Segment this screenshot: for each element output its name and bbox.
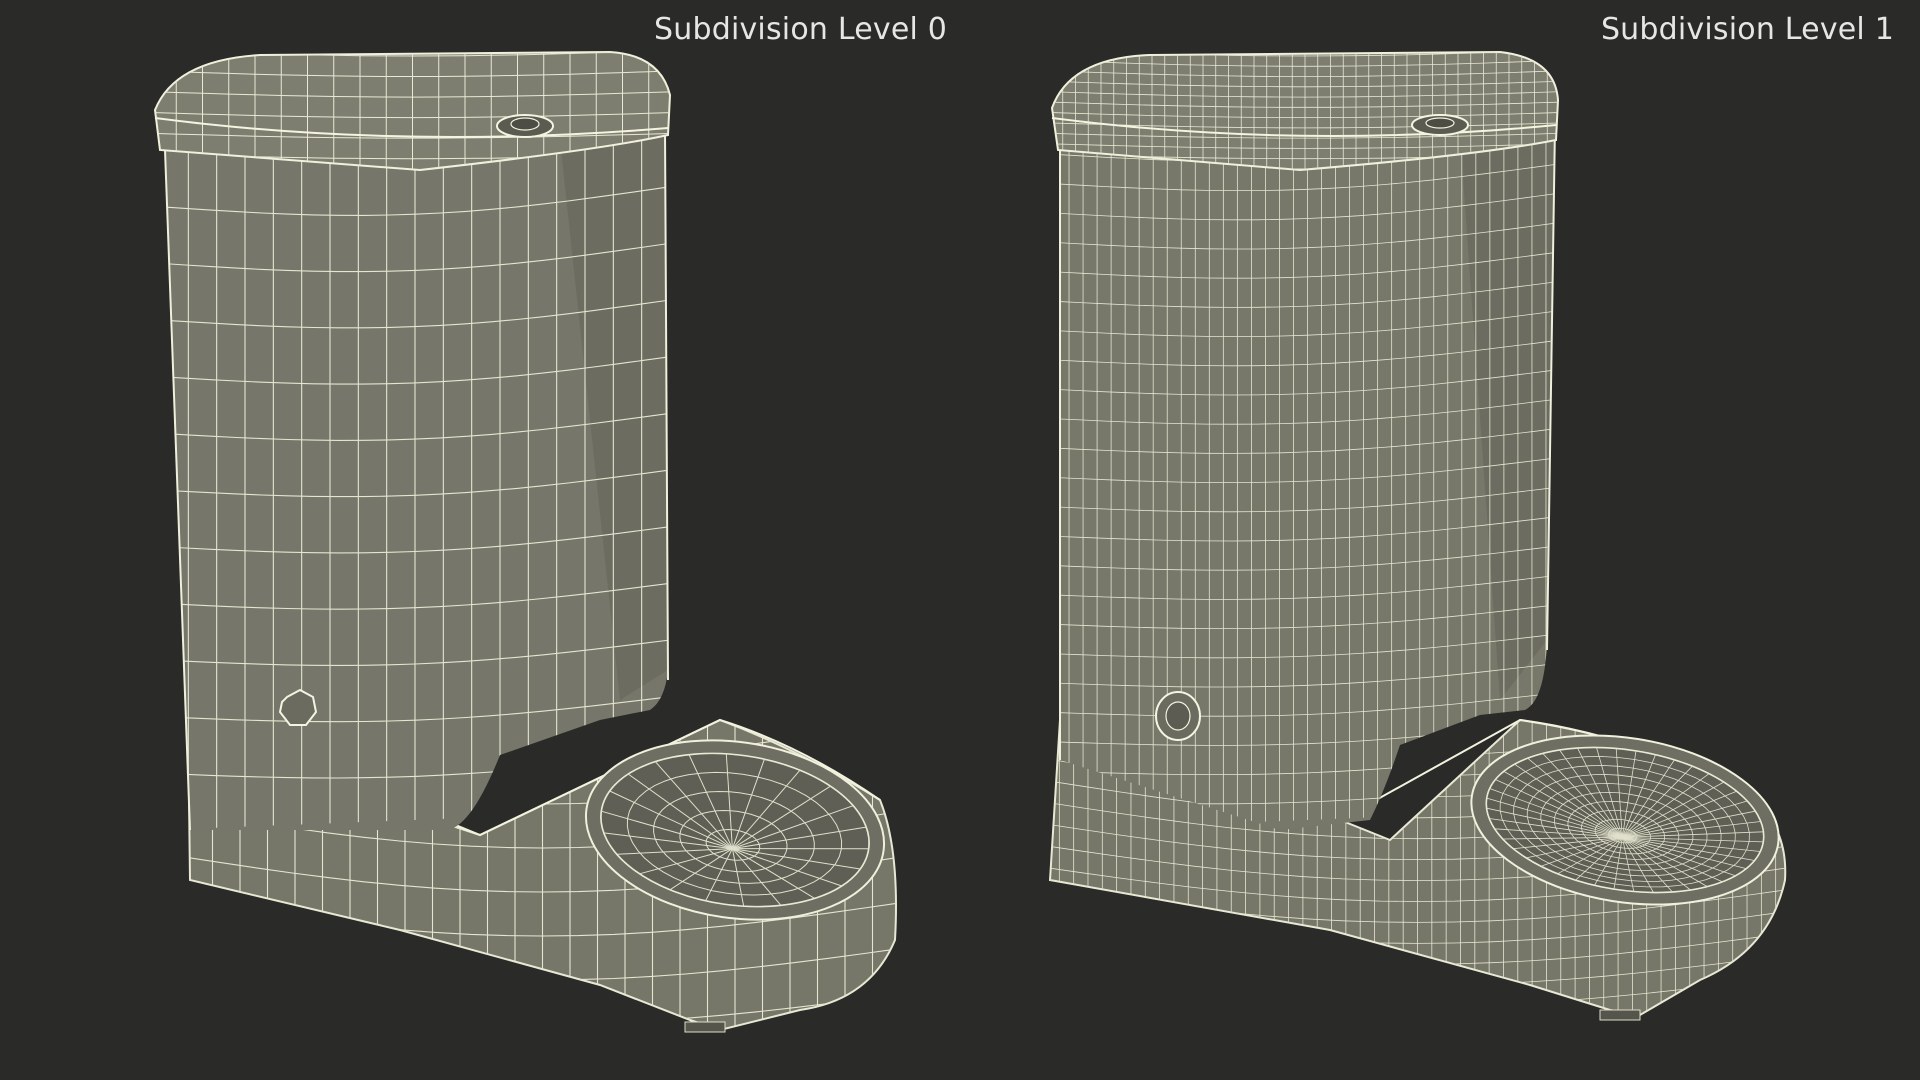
feeder-model-level-0 [153, 50, 897, 1033]
viewport [153, 50, 1787, 1033]
power-button [1155, 691, 1201, 741]
feeder-tank-body [1059, 124, 1556, 830]
feeder-tank-body [164, 129, 669, 831]
feeder-model-level-1 [1048, 50, 1787, 1021]
